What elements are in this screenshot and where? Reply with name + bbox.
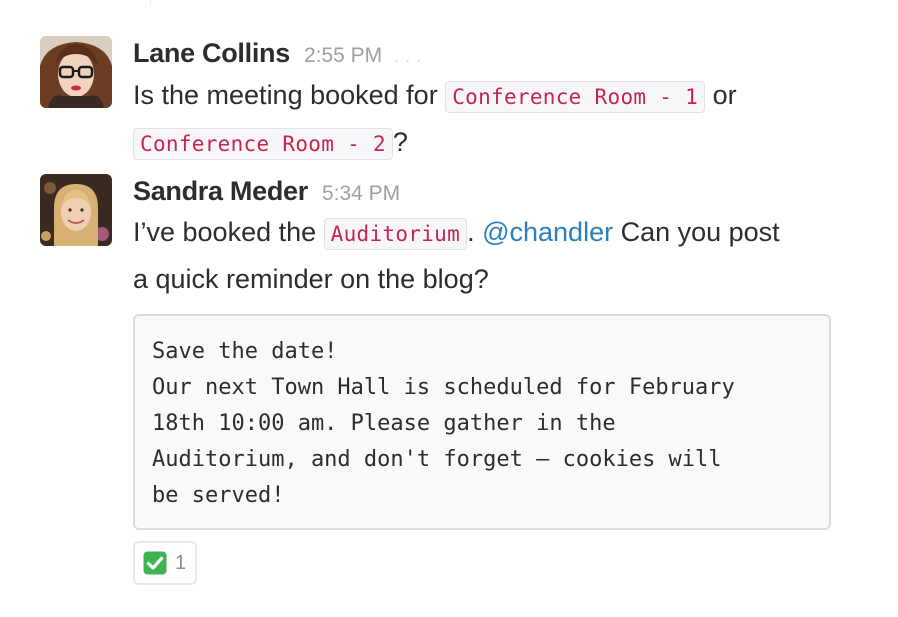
preformatted-code-block: Save the date! Our next Town Hall is sch… (133, 314, 831, 530)
avatar-sandra-meder[interactable] (40, 174, 112, 246)
inline-code-conference-room-2: Conference Room - 2 (133, 128, 393, 160)
top-divider-fragment (150, 0, 151, 6)
message-text: I’ve booked the Auditorium. @chandler Ca… (133, 210, 793, 302)
reaction-count: 1 (175, 551, 187, 574)
message-header: Sandra Meder 5:34 PM (133, 176, 400, 212)
user-mention-chandler[interactable]: @chandler (482, 217, 613, 247)
reaction-white-check-mark[interactable]: 1 (133, 541, 197, 585)
header-faint-dots: ... (394, 46, 428, 66)
text-segment: . (467, 217, 483, 247)
text-segment: I’ve booked the (133, 217, 324, 247)
timestamp[interactable]: 2:55 PM (304, 44, 382, 67)
inline-code-auditorium: Auditorium (323, 218, 468, 250)
text-segment: or (705, 80, 737, 110)
author-name[interactable]: Lane Collins (133, 38, 290, 68)
inline-code-conference-room-1: Conference Room - 1 (445, 81, 706, 113)
timestamp[interactable]: 5:34 PM (322, 182, 400, 205)
avatar-lane-collins[interactable] (40, 36, 112, 108)
text-segment: Is the meeting booked for (133, 80, 446, 110)
message-header: Lane Collins 2:55 PM... (133, 38, 427, 74)
author-name[interactable]: Sandra Meder (133, 176, 308, 206)
text-segment: ? (392, 127, 408, 157)
white-check-mark-icon (143, 551, 167, 575)
message-text: Is the meeting booked for Conference Roo… (133, 73, 833, 167)
